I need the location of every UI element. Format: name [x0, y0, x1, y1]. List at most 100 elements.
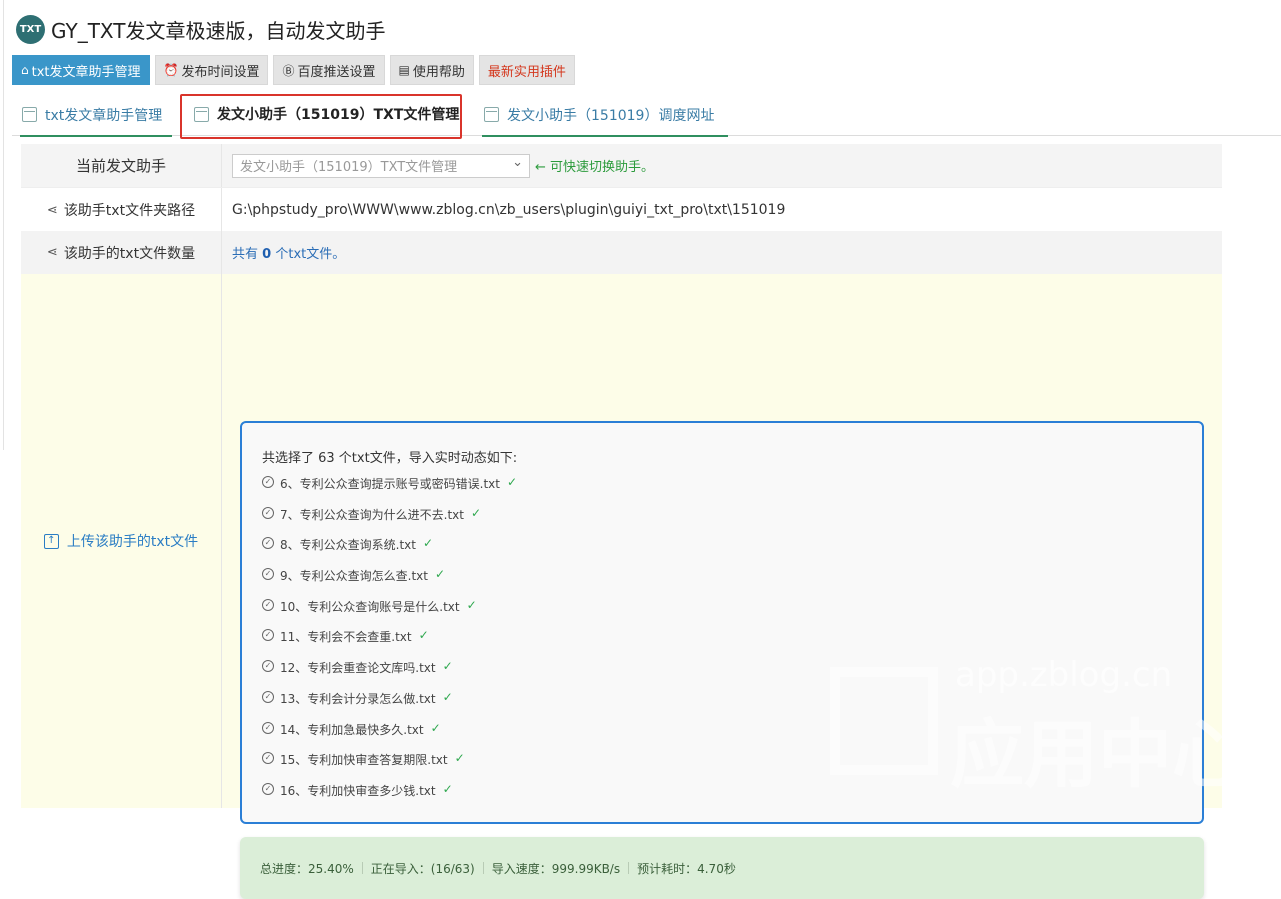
tab-label: txt发文章助手管理 — [45, 107, 163, 124]
progress-importing: 正在导入：(16/63) — [370, 861, 475, 876]
log-file-name: 14、专利加急最快多久.txt — [280, 722, 424, 737]
check-circle-icon: ✓ — [262, 752, 274, 765]
check-circle-icon: ✓ — [262, 660, 274, 673]
form-row-folder-path: ⋖ 该助手txt文件夹路径 G:\phpstudy_pro\WWW\www.zb… — [21, 187, 1222, 232]
settings-form: 当前发文助手 发文小助手（151019）TXT文件管理 ← 可快速切换助手。 ⋖… — [21, 144, 1222, 899]
assistant-select[interactable]: 发文小助手（151019）TXT文件管理 — [232, 153, 530, 178]
divider — [361, 862, 363, 874]
progress-speed: 导入速度：999.99KB/s — [491, 861, 621, 876]
file-count-prefix: 共有 — [232, 247, 259, 262]
tab-schedule-url[interactable]: 发文小助手（151019）调度网址 — [482, 94, 728, 137]
divider — [482, 862, 484, 874]
import-log-list: ✓ 6、专利公众查询提示账号或密码错误.txt ✓ ✓ 7、专利公众查询为什么进不去.… — [262, 475, 517, 813]
success-check-icon: ✓ — [506, 475, 518, 489]
list-item: ✓ 12、专利会重查论文库吗.txt ✓ — [262, 659, 517, 690]
progress-panel: 总进度：25.40% 正在导入：(16/63) 导入速度：999.99KB/s … — [240, 837, 1204, 899]
doc-icon: ▤ — [398, 63, 410, 77]
form-row-file-count: ⋖ 该助手的txt文件数量 共有 0 个txt文件。 — [21, 231, 1222, 274]
check-circle-icon: ✓ — [262, 506, 274, 519]
file-count-number: 0 — [262, 247, 272, 262]
nav-button-label: 使用帮助 — [412, 64, 465, 80]
nav-button-baidu-push[interactable]: Ⓑ 百度推送设置 — [273, 55, 385, 85]
check-circle-icon: ✓ — [262, 721, 274, 734]
list-item: ✓ 8、专利公众查询系统.txt ✓ — [262, 536, 517, 567]
list-item: ✓ 15、专利加快审查答复期限.txt ✓ — [262, 751, 517, 782]
tab-assistant-manage[interactable]: txt发文章助手管理 — [20, 94, 172, 137]
nav-button-label: 最新实用插件 — [487, 64, 566, 80]
success-check-icon: ✓ — [430, 720, 441, 735]
file-count-value-cell: 共有 0 个txt文件。 — [223, 231, 1222, 274]
import-log-heading: 共选择了 63 个txt文件，导入实时动态如下: — [262, 451, 518, 466]
log-file-name: 15、专利加快审查答复期限.txt — [280, 753, 448, 768]
b-icon: Ⓑ — [282, 63, 295, 78]
nav-button-assistant-manage[interactable]: ⌂ txt发文章助手管理 — [12, 55, 150, 85]
home-icon: ⌂ — [21, 63, 29, 77]
log-file-name: 8、专利公众查询系统.txt — [280, 538, 416, 553]
progress-total: 总进度：25.40% — [260, 861, 354, 876]
share-icon: ⋖ — [46, 202, 58, 218]
log-file-name: 13、专利会计分录怎么做.txt — [280, 691, 436, 706]
check-circle-icon: ✓ — [262, 782, 274, 795]
check-circle-icon: ✓ — [262, 690, 274, 703]
app-title: GY_TXT发文章极速版，自动发文助手 — [51, 18, 386, 43]
file-count-suffix: 个txt文件。 — [275, 247, 346, 262]
file-count-label: 该助手的txt文件数量 — [63, 245, 196, 262]
list-item: ✓ 14、专利加急最快多久.txt ✓ — [262, 721, 517, 752]
success-check-icon: ✓ — [418, 628, 429, 643]
success-check-icon: ✓ — [454, 751, 465, 766]
log-file-name: 10、专利公众查询账号是什么.txt — [280, 599, 460, 614]
log-file-name: 12、专利会重查论文库吗.txt — [280, 661, 436, 676]
nav-button-latest-plugins[interactable]: 最新实用插件 — [478, 55, 575, 85]
log-file-name: 9、专利公众查询怎么查.txt — [280, 569, 428, 584]
file-count-text: 共有 0 个txt文件。 — [232, 243, 345, 262]
check-circle-icon: ✓ — [262, 568, 274, 581]
divider — [628, 862, 630, 874]
form-row-current-assistant: 当前发文助手 发文小助手（151019）TXT文件管理 ← 可快速切换助手。 — [21, 144, 1222, 187]
success-check-icon: ✓ — [470, 505, 482, 520]
log-file-name: 6、专利公众查询提示账号或密码错误.txt — [280, 477, 500, 491]
folder-path-label-cell: ⋖ 该助手txt文件夹路径 — [21, 188, 222, 232]
nav-button-help[interactable]: ▤ 使用帮助 — [389, 55, 474, 85]
success-check-icon: ✓ — [442, 781, 453, 796]
upload-label-cell[interactable]: ↑ 上传该助手的txt文件 — [21, 274, 222, 808]
success-check-icon: ✓ — [442, 659, 453, 674]
log-file-name: 16、专利加快审查多少钱.txt — [280, 783, 436, 798]
tab-label: 发文小助手（151019）调度网址 — [507, 107, 715, 124]
tab-label: 发文小助手（151019）TXT文件管理 — [217, 107, 460, 123]
check-circle-icon: ✓ — [262, 598, 274, 611]
list-item: ✓ 10、专利公众查询账号是什么.txt ✓ — [262, 598, 517, 629]
import-log-panel: 共选择了 63 个txt文件，导入实时动态如下: ✓ 6、专利公众查询提示账号或密… — [240, 421, 1204, 824]
nav-button-label: txt发文章助手管理 — [31, 64, 141, 80]
app-logo: TXT — [16, 14, 45, 44]
success-check-icon: ✓ — [442, 689, 453, 704]
current-assistant-value: 发文小助手（151019）TXT文件管理 ← 可快速切换助手。 — [223, 144, 1222, 187]
upload-link[interactable]: 上传该助手的txt文件 — [67, 531, 198, 551]
folder-path-label: 该助手txt文件夹路径 — [63, 203, 196, 219]
nav-button-label: 发布时间设置 — [181, 64, 260, 80]
nav-button-label: 百度推送设置 — [297, 64, 376, 80]
folder-path-value-cell: G:\phpstudy_pro\WWW\www.zblog.cn\zb_user… — [223, 188, 1222, 232]
nav-button-publish-time[interactable]: ⏰ 发布时间设置 — [154, 55, 269, 85]
log-file-name: 7、专利公众查询为什么进不去.txt — [280, 507, 464, 522]
tab-txt-file-manage[interactable]: 发文小助手（151019）TXT文件管理 — [192, 94, 460, 134]
calendar-icon — [22, 107, 37, 122]
calendar-icon — [484, 107, 499, 122]
top-nav: ⌂ txt发文章助手管理 ⏰ 发布时间设置 Ⓑ 百度推送设置 ▤ 使用帮助 最新… — [12, 55, 575, 85]
check-circle-icon: ✓ — [262, 476, 274, 488]
list-item: ✓ 7、专利公众查询为什么进不去.txt ✓ — [262, 506, 517, 537]
share-icon: ⋖ — [46, 245, 58, 260]
list-item: ✓ 13、专利会计分录怎么做.txt ✓ — [262, 690, 517, 721]
success-check-icon: ✓ — [466, 597, 477, 612]
success-check-icon: ✓ — [434, 567, 446, 582]
list-item: ✓ 9、专利公众查询怎么查.txt ✓ — [262, 567, 517, 598]
folder-path-value: G:\phpstudy_pro\WWW\www.zblog.cn\zb_user… — [232, 202, 786, 218]
app-header: TXT GY_TXT发文章极速版，自动发文助手 — [16, 12, 386, 46]
list-item: ✓ 11、专利会不会查重.txt ✓ — [262, 628, 517, 659]
log-file-name: 11、专利会不会查重.txt — [280, 630, 412, 645]
check-circle-icon: ✓ — [262, 629, 274, 642]
progress-eta: 预计耗时：4.70秒 — [637, 861, 736, 876]
current-assistant-label: 当前发文助手 — [21, 144, 222, 187]
file-count-label-cell: ⋖ 该助手的txt文件数量 — [21, 231, 222, 274]
form-row-upload: ↑ 上传该助手的txt文件 共选择了 63 个txt文件，导入实时动态如下: ✓… — [21, 274, 1222, 899]
success-check-icon: ✓ — [422, 536, 434, 551]
